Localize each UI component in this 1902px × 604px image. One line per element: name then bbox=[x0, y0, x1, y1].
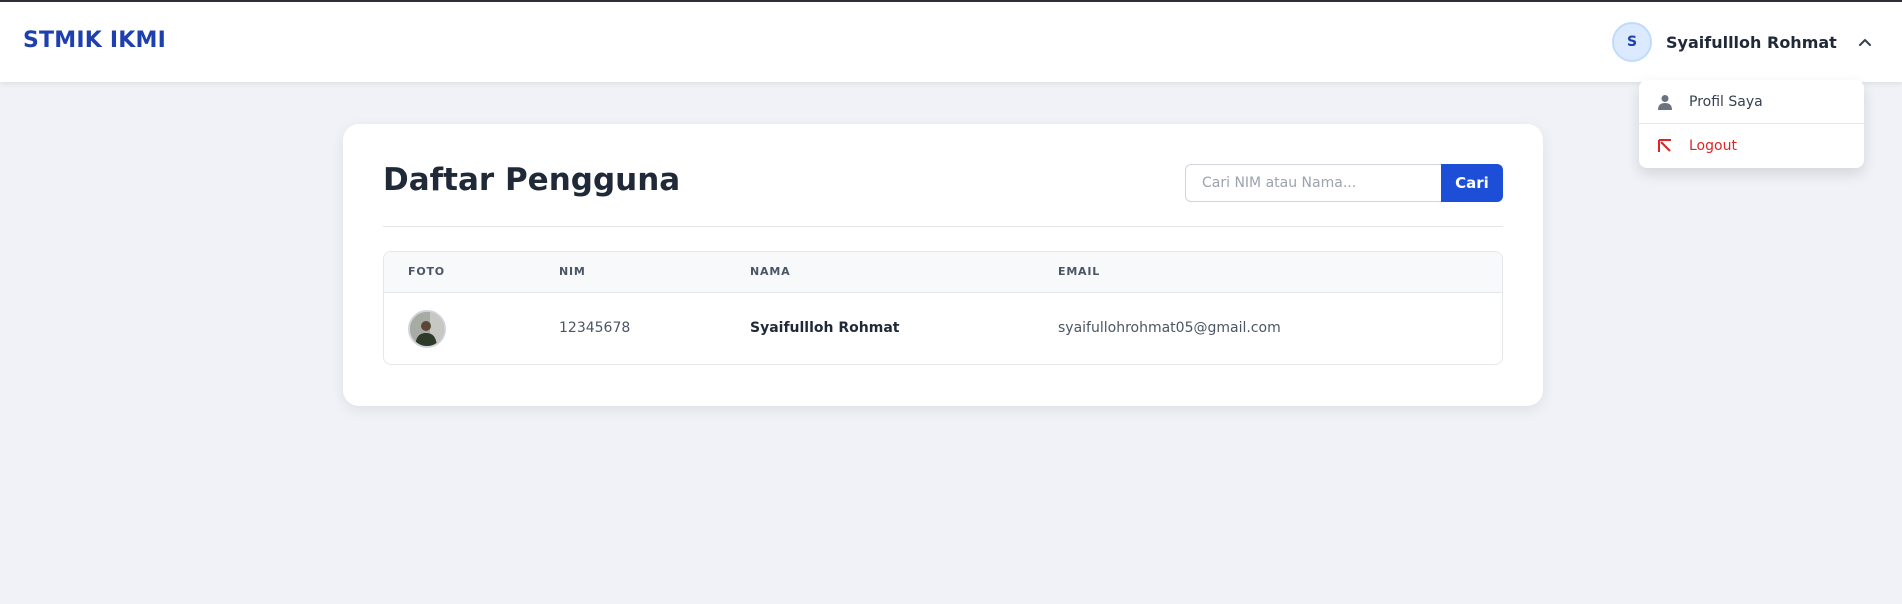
avatar: S bbox=[1612, 22, 1652, 62]
page-title: Daftar Pengguna bbox=[383, 162, 681, 198]
column-header-nim: NIM bbox=[559, 265, 586, 278]
menu-item-profile[interactable]: Profil Saya bbox=[1639, 80, 1864, 124]
search-button[interactable]: Cari bbox=[1441, 164, 1503, 202]
brand-logo-text[interactable]: STMIK IKMI bbox=[23, 28, 166, 53]
cell-nim: 12345678 bbox=[559, 320, 631, 336]
top-navbar: STMIK IKMI S Syaifullloh Rohmat bbox=[0, 2, 1902, 82]
search-input[interactable] bbox=[1185, 164, 1441, 202]
table-row[interactable]: 12345678 Syaifullloh Rohmat syaifullohro… bbox=[384, 293, 1502, 364]
chevron-up-icon bbox=[1857, 34, 1873, 50]
cell-nama: Syaifullloh Rohmat bbox=[750, 320, 900, 336]
user-menu-toggle[interactable]: S Syaifullloh Rohmat bbox=[1612, 22, 1873, 62]
menu-item-logout-label: Logout bbox=[1689, 138, 1737, 154]
menu-item-logout[interactable]: Logout bbox=[1639, 124, 1864, 168]
column-header-email: EMAIL bbox=[1058, 265, 1101, 278]
user-photo bbox=[408, 310, 446, 348]
menu-item-profile-label: Profil Saya bbox=[1689, 93, 1763, 110]
user-dropdown-menu: Profil Saya Logout bbox=[1639, 80, 1864, 168]
column-header-nama: NAMA bbox=[750, 265, 791, 278]
users-table: FOTO NIM NAMA EMAIL 12345678 Syaifullloh… bbox=[383, 251, 1503, 365]
table-header: FOTO NIM NAMA EMAIL bbox=[384, 252, 1502, 293]
user-icon bbox=[1655, 92, 1675, 112]
cell-email: syaifullohrohmat05@gmail.com bbox=[1058, 320, 1281, 336]
logout-arrow-icon bbox=[1655, 136, 1675, 156]
user-name: Syaifullloh Rohmat bbox=[1666, 32, 1837, 52]
divider bbox=[383, 226, 1503, 227]
user-list-card: Daftar Pengguna Cari FOTO NIM NAMA EMAIL… bbox=[343, 124, 1543, 406]
column-header-foto: FOTO bbox=[408, 265, 445, 278]
